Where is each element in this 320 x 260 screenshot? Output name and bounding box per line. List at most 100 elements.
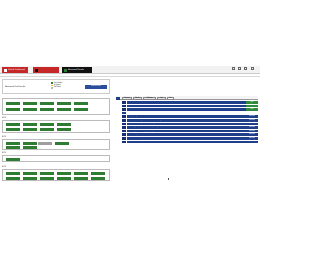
ecu-button[interactable] <box>6 158 20 161</box>
ecu-button[interactable] <box>6 146 20 149</box>
ecu-button[interactable] <box>57 123 71 126</box>
ecu-button[interactable] <box>23 142 37 145</box>
tab-overview[interactable]: Overview <box>122 96 132 100</box>
ecu-button[interactable] <box>91 177 105 180</box>
ecu-button[interactable] <box>57 108 71 111</box>
refresh-button[interactable]: Refresh Results <box>85 85 107 89</box>
row-status: Executed <box>246 140 258 144</box>
divider <box>0 76 260 77</box>
ecu-button[interactable] <box>6 102 20 105</box>
group-box <box>2 98 110 115</box>
collapse-toggle[interactable] <box>116 96 120 100</box>
group-label: ECU <box>2 152 7 154</box>
legend-swatch <box>51 87 53 89</box>
row-text: Firmware <box>128 105 134 107</box>
group-label: ECU <box>2 136 7 138</box>
ecu-button[interactable] <box>74 102 88 105</box>
row-text: ECU - Verification <box>128 141 139 143</box>
ecu-button[interactable] <box>6 142 20 145</box>
ecu-button[interactable] <box>55 142 69 145</box>
ecu-button[interactable] <box>57 102 71 105</box>
tab-vehicle-dashboard[interactable]: Vehicle Dashboard <box>2 67 28 73</box>
legend-label: Not Started <box>54 87 61 89</box>
ecu-button[interactable] <box>6 172 20 175</box>
home-icon[interactable] <box>232 67 235 70</box>
tab-secondary[interactable] <box>33 67 59 73</box>
app-icon <box>35 68 38 72</box>
row-status: Executed <box>246 129 258 133</box>
row-text: Self Test <box>128 101 134 103</box>
ecu-button[interactable] <box>40 102 54 105</box>
row-text: ECU - Comprehensive Test (SRC) Configura… <box>128 130 158 132</box>
ecu-button[interactable] <box>23 172 37 175</box>
left-header: Measured Test Results Test Complete In P… <box>2 79 110 94</box>
tab-label: Measured Results <box>68 69 85 71</box>
ecu-button[interactable] <box>23 102 37 105</box>
row-status: Pass <box>246 101 258 104</box>
group-box <box>2 155 110 162</box>
row-text: ECU - Control Routing Check (SRC) Config… <box>128 123 160 125</box>
tab-logs[interactable]: Logs <box>157 96 166 100</box>
group-label: ECU <box>2 117 7 119</box>
ecu-button[interactable] <box>38 142 52 145</box>
tab-strip: Vehicle Dashboard Measured Results <box>0 66 260 74</box>
panel-title: Measured Test Results <box>5 86 26 88</box>
group-box <box>2 139 110 150</box>
group-box <box>2 120 110 133</box>
group-box <box>2 169 110 181</box>
ecu-button[interactable] <box>6 123 20 126</box>
row-text: ECU - Calibrated Setup Software Start Te… <box>128 119 167 121</box>
legend-swatch <box>51 82 53 84</box>
ecu-button[interactable] <box>23 123 37 126</box>
legend: Test Complete In Progress Not Started <box>51 82 75 89</box>
ecu-button[interactable] <box>74 177 88 180</box>
group-label: ECU <box>2 166 7 168</box>
ecu-button[interactable] <box>6 128 20 131</box>
tab-measured-results[interactable]: Measured Results <box>62 67 92 73</box>
close-icon[interactable] <box>251 67 254 70</box>
ecu-button[interactable] <box>91 172 105 175</box>
ecu-button[interactable] <box>23 146 37 149</box>
ecu-button[interactable] <box>40 123 54 126</box>
right-tab-strip: Overview Results Calibration Logs Info <box>116 96 258 100</box>
ecu-button[interactable] <box>23 177 37 180</box>
ecu-button[interactable] <box>6 177 20 180</box>
legend-label: Test Complete <box>54 82 63 84</box>
ecu-button[interactable] <box>74 172 88 175</box>
legend-label: In Progress <box>54 85 61 87</box>
tab-label: Vehicle Dashboard <box>8 69 25 71</box>
ecu-button[interactable] <box>23 128 37 131</box>
tab-results[interactable]: Results <box>133 96 142 100</box>
print-icon[interactable] <box>244 67 247 70</box>
ecu-button[interactable] <box>40 108 54 111</box>
ecu-button[interactable] <box>57 172 71 175</box>
ecu-button[interactable] <box>40 172 54 175</box>
mouse-cursor-icon <box>168 178 169 180</box>
result-row[interactable]: ECU - Verification Executed <box>122 140 258 145</box>
row-status: Pass <box>246 108 258 111</box>
ecu-button[interactable] <box>74 108 88 111</box>
row-status: Executed <box>246 122 258 126</box>
ecu-button[interactable] <box>40 128 54 131</box>
ecu-button[interactable] <box>57 177 71 180</box>
row-status: Executed <box>246 119 258 122</box>
ecu-button[interactable] <box>6 108 20 111</box>
tab-info[interactable]: Info <box>167 96 174 100</box>
row-text: ECU - Security Authorization <box>128 134 146 136</box>
app-icon <box>4 68 7 72</box>
settings-icon[interactable] <box>238 67 241 70</box>
row-text: Display Configuration <box>128 116 142 118</box>
row-status: Executed <box>246 137 258 140</box>
row-status: Executed <box>246 115 258 118</box>
ecu-button[interactable] <box>40 177 54 180</box>
ecu-button[interactable] <box>57 128 71 131</box>
tab-calibration[interactable]: Calibration <box>143 96 156 100</box>
row-text: ECU - Comprehensive Tests Initialization… <box>128 126 158 128</box>
row-index <box>122 111 127 115</box>
row-text: ECU - Calibrated Component Status Softwa… <box>128 137 157 139</box>
ecu-button[interactable] <box>23 108 37 111</box>
row-status <box>246 112 258 115</box>
row-status: Executed <box>246 126 258 129</box>
row-status: Executed <box>246 133 258 136</box>
legend-swatch <box>51 84 53 87</box>
